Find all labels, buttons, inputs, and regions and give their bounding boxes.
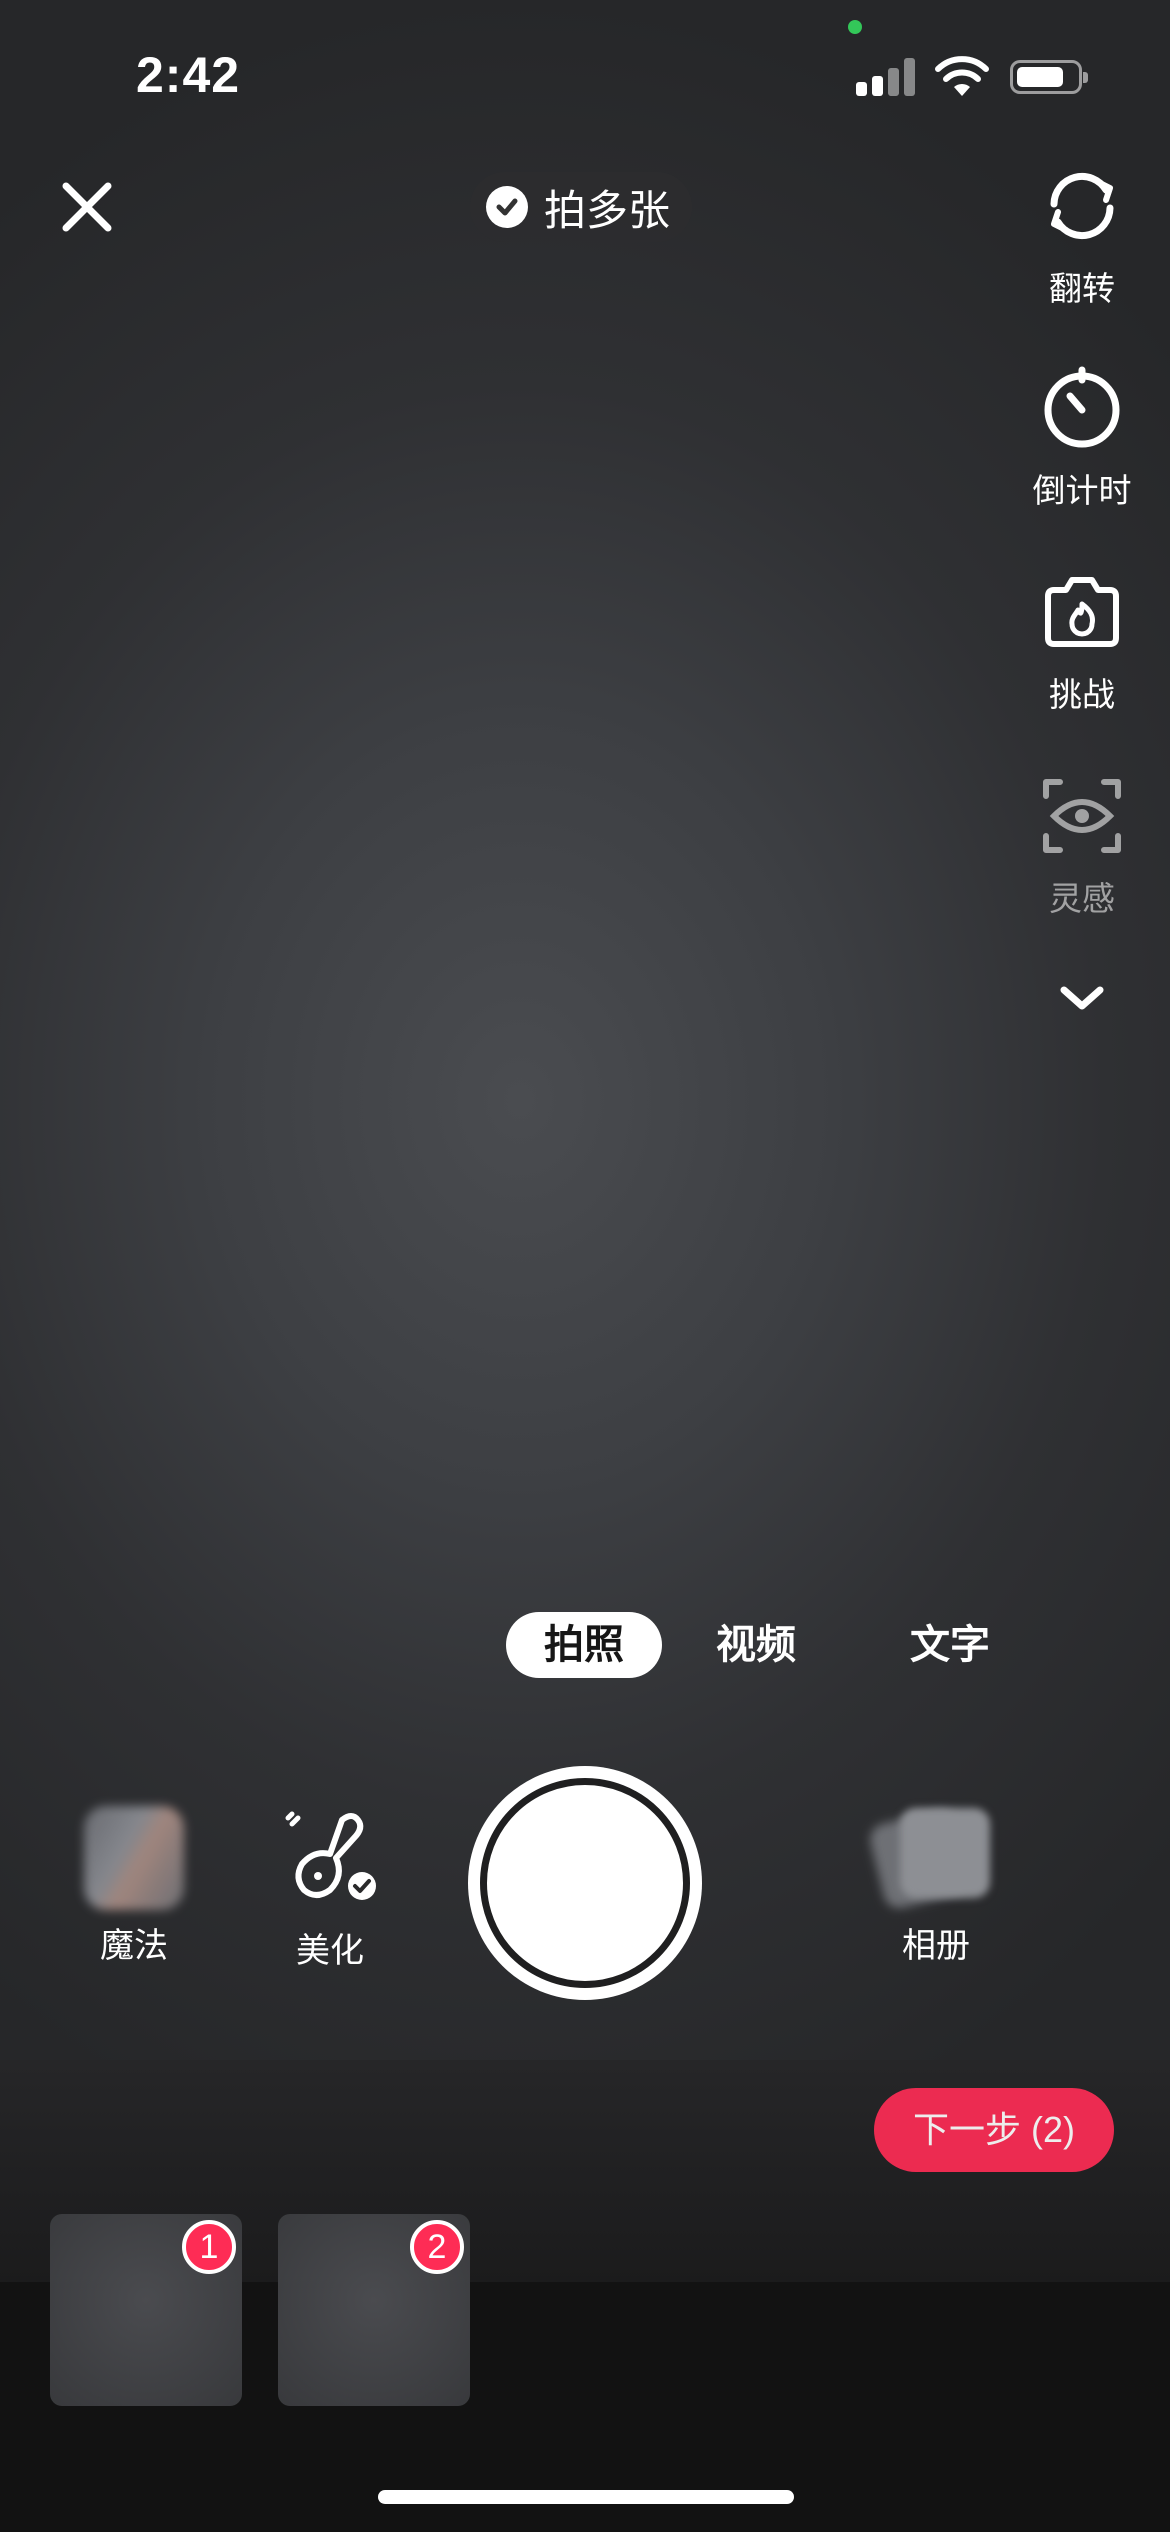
challenge-label: 挑战: [1049, 676, 1115, 713]
close-icon[interactable]: [54, 174, 120, 240]
album-label: 相册: [902, 1927, 970, 1965]
multi-shot-label: 拍多张: [544, 186, 671, 234]
shutter-ring: [480, 1778, 690, 1988]
shutter-button[interactable]: [468, 1766, 702, 2000]
photo-index-badge: 2: [410, 2220, 464, 2274]
tab-text[interactable]: 文字: [894, 1612, 1006, 1678]
beautify-label: 美化: [296, 1932, 364, 1970]
timer-label: 倒计时: [1032, 472, 1132, 509]
next-step-button[interactable]: 下一步 (2): [874, 2088, 1114, 2172]
tab-photo[interactable]: 拍照: [506, 1612, 662, 1678]
timer-button[interactable]: 倒计时: [1010, 366, 1154, 512]
wifi-icon: [935, 56, 989, 96]
tab-video[interactable]: 视频: [700, 1612, 812, 1678]
challenge-camera-icon: [1045, 577, 1119, 647]
magic-effect-thumbnail: [84, 1806, 184, 1910]
privacy-indicator-dot: [848, 20, 862, 34]
battery-icon: [1010, 60, 1088, 94]
inspiration-label: 灵感: [1049, 880, 1115, 917]
camera-screen: 2:42 拍多张 翻转 倒计时 挑战 灵感 拍照 视频 文字 魔法 美化 相册 …: [0, 0, 1170, 2532]
magic-effects-button[interactable]: 魔法: [64, 1806, 204, 1967]
chevron-down-icon[interactable]: [1056, 980, 1108, 1016]
flip-button[interactable]: 翻转: [1010, 164, 1154, 310]
status-time: 2:42: [136, 47, 241, 103]
flip-camera-icon: [1050, 172, 1114, 240]
photo-index-badge: 1: [182, 2220, 236, 2274]
magic-label: 魔法: [100, 1927, 168, 1965]
inspiration-button[interactable]: 灵感: [1010, 774, 1154, 920]
flip-label: 翻转: [1049, 270, 1115, 307]
album-thumbnail: [866, 1806, 996, 1912]
album-button[interactable]: 相册: [866, 1806, 1006, 1967]
multi-shot-toggle[interactable]: 拍多张: [470, 172, 693, 242]
cellular-signal-icon: [856, 58, 916, 96]
home-indicator: [378, 2490, 794, 2504]
checkmark-icon: [486, 186, 528, 228]
challenge-button[interactable]: 挑战: [1010, 570, 1154, 716]
beautify-brush-icon: [285, 1811, 376, 1900]
beautify-button[interactable]: 美化: [260, 1806, 400, 1972]
captured-photo-thumbnail[interactable]: 2: [278, 2214, 470, 2406]
timer-icon: [1044, 366, 1120, 448]
eye-scan-icon: [1043, 779, 1121, 853]
captured-photo-thumbnail[interactable]: 1: [50, 2214, 242, 2406]
